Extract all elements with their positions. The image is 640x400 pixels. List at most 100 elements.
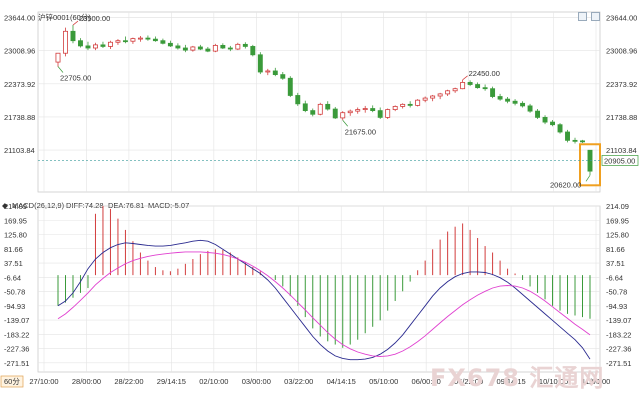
candle [122,40,128,43]
candle [287,77,293,96]
price-tick-right: 21103.84 [606,146,637,155]
candle [145,37,151,40]
watermark: FX678 汇通网 [430,364,605,392]
x-tick-label: 27/10:00 [29,377,58,386]
candle [460,82,466,90]
candle [227,47,233,50]
dea-line [57,251,591,357]
candle [100,44,106,47]
candle [317,103,323,115]
candle [85,45,91,49]
price-tick-left: 21738.88 [4,113,35,122]
x-tick-label: 03/00:00 [242,377,271,386]
candle [520,102,526,107]
macd-tick-left: 37.51 [4,259,23,268]
candle [332,108,338,119]
x-tick-label: 28/00:00 [72,377,101,386]
macd-tick-right: -183.22 [606,330,631,339]
chart-canvas: 23644.00 23644.00 23008.96 23008.96 22373.92… [0,11,639,388]
macd-tick-right: -94.93 [606,302,627,311]
candle [340,112,346,119]
candle [55,52,61,63]
candle [362,108,368,110]
candle [78,40,83,47]
x-tick-label: 05/10:00 [369,377,398,386]
macd-tick-right: -227.36 [606,345,631,354]
macd-tick-right: -139.07 [606,316,631,325]
x-tick-label: 04/14:15 [327,377,356,386]
annotation-pointer [462,75,468,81]
price-tick-right: 23644.00 [606,14,637,23]
candle [310,110,316,115]
x-tick-label: 03/22:00 [284,377,313,386]
macd-tick-right: -6.64 [606,273,623,282]
candle [63,30,68,54]
candle [182,47,188,51]
price-tick-left: 23644.00 [4,14,35,23]
price-tick-left: 23008.96 [4,47,35,56]
candle [295,95,301,105]
x-tick-label: 28/22:00 [114,377,143,386]
macd-tick-right: 37.51 [606,259,625,268]
x-tick-label: 29/14:15 [157,377,186,386]
candle [220,44,226,49]
macd-tick-left: -271.51 [4,359,29,368]
candle [115,40,121,43]
zoom-out-button[interactable] [591,12,600,21]
zoom-in-button[interactable] [578,12,587,21]
candle [392,106,398,110]
annotation-pointer [57,66,64,73]
macd-tick-right: 214.09 [606,202,629,211]
candle [407,103,413,106]
price-annotation: 22450.00 [469,69,500,78]
candle [130,38,136,42]
candle [475,84,481,89]
candle [385,109,391,118]
candle [377,110,383,118]
macd-tick-right: 125.80 [606,231,629,240]
price-tick-right: 22373.92 [606,80,637,89]
candle [497,96,503,100]
candle [167,42,173,47]
diff-line [57,239,591,361]
candle [437,93,443,97]
period-button-label: 60分 [4,377,20,386]
current-price-label: 20905.00 [604,156,635,165]
macd-tick-right: -50.78 [606,288,627,297]
macd-tick-left: -227.36 [4,345,29,354]
period-title: (60分) [70,13,91,22]
price-tick-left: 22373.92 [4,80,35,89]
candle [430,95,436,99]
candle [137,37,143,40]
candle [250,46,256,56]
candle [175,45,181,49]
candle [490,88,496,97]
macd-tick-right: 169.95 [606,216,629,225]
candle [205,48,211,52]
candle [527,105,533,112]
candle [482,87,488,90]
candle [257,54,263,73]
candle [190,46,196,51]
macd-tick-left: 81.66 [4,245,23,254]
macd-tick-left: -94.93 [4,302,25,311]
candle [557,124,563,133]
candle [400,103,406,107]
candle [235,43,241,50]
candle [445,90,451,95]
price-tick-right: 23008.96 [606,47,637,56]
annotation-pointer [585,175,591,182]
candle [572,139,578,142]
candle [370,108,376,112]
macd-macd-value: MACD:-5.07 [148,201,189,210]
macd-tick-left: 214.09 [4,202,27,211]
macd-tick-right: -271.51 [606,359,631,368]
candle [422,97,428,101]
x-tick-label: 02/10:00 [199,377,228,386]
macd-tick-left: 125.80 [4,231,27,240]
candle [565,131,570,141]
candle [580,140,585,143]
macd-tick-left: -183.22 [4,330,29,339]
candle [467,82,473,85]
candle [242,43,248,47]
